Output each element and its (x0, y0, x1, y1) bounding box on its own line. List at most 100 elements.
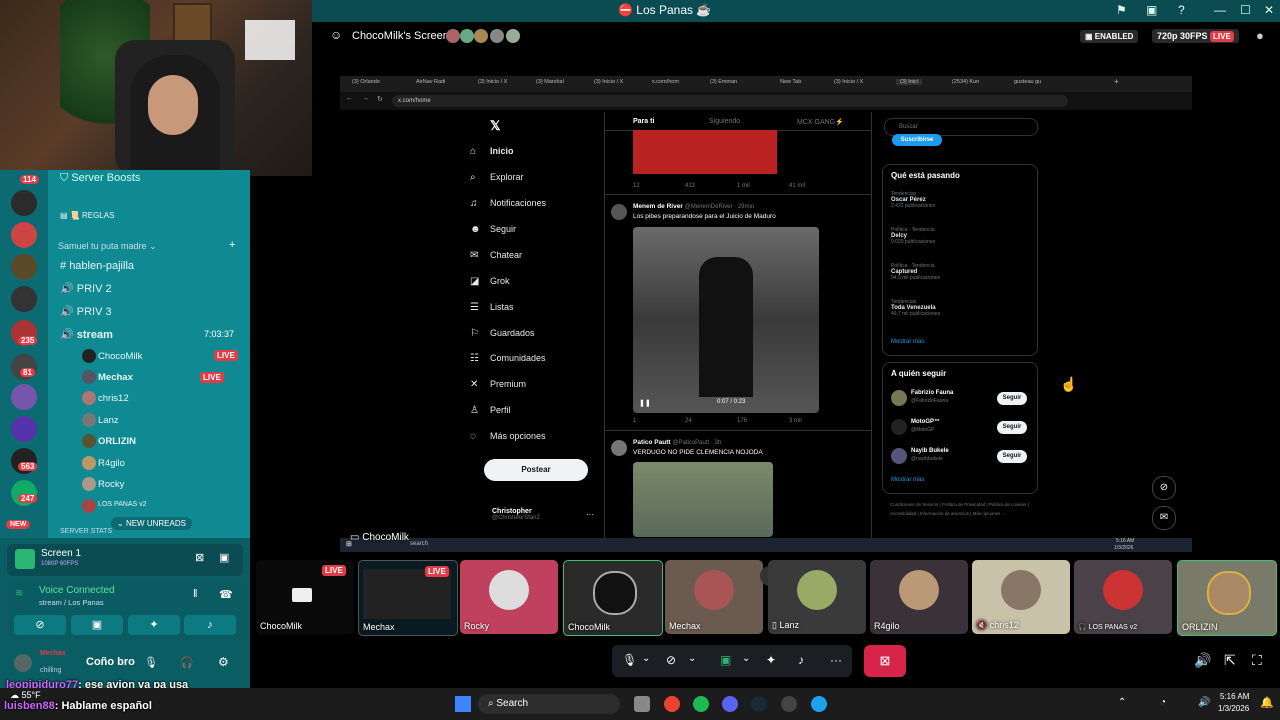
wifi-icon[interactable]: ◔ (1160, 697, 1166, 708)
voice-user[interactable]: chris12 (82, 391, 129, 405)
steam-icon[interactable] (751, 696, 767, 712)
close-icon[interactable]: ✕ (1264, 3, 1274, 17)
browser-tab[interactable]: (2534) Kun (952, 79, 979, 85)
browser-tab-active[interactable]: (3) Inici (896, 79, 923, 85)
screen-icon[interactable]: ▣ (1146, 3, 1157, 17)
minimize-icon[interactable]: — (1214, 3, 1226, 17)
text-channel[interactable]: # hablen-pajilla (60, 260, 134, 272)
voice-channel-info[interactable]: stream / Los Panas (39, 598, 104, 607)
app-icon[interactable] (811, 696, 827, 712)
voice-user[interactable]: ORLIZIN (82, 434, 136, 448)
server-boosts[interactable]: ⛉ Server Boosts (60, 172, 140, 185)
category-header[interactable]: Samuel tu puta madre ⌄ (58, 241, 157, 252)
server-icon[interactable] (11, 254, 37, 280)
browser-tab[interactable]: (3) Orlando (352, 79, 380, 85)
show-more-link[interactable]: Mostrar más (891, 339, 924, 345)
server-icon[interactable] (11, 286, 37, 312)
post-video[interactable]: ❚❚ 0:07 / 0:23 (633, 227, 819, 413)
spotify-icon[interactable] (693, 696, 709, 712)
participant-tile[interactable]: ▯ Lanz (768, 560, 866, 634)
browser-tab[interactable]: AirNav Radi (416, 79, 445, 85)
voice-channel[interactable]: 🔊 PRIV 3 (60, 305, 112, 318)
views-count[interactable]: 41 mil (789, 183, 805, 189)
noise-icon[interactable]: ‖ (193, 588, 198, 600)
reply-count[interactable]: 1 (633, 418, 636, 424)
pause-icon[interactable]: ❚❚ (639, 399, 651, 407)
participant-tile[interactable]: LIVE Mechax (358, 560, 458, 636)
avatar[interactable] (611, 204, 627, 220)
notifications-icon[interactable]: 🔔 (1260, 696, 1274, 709)
post-image[interactable] (633, 130, 777, 174)
browser-tab[interactable]: gusteau gu (1014, 79, 1041, 85)
voice-channel[interactable]: 🔊 PRIV 2 (60, 282, 112, 295)
tray-chevron-icon[interactable]: ⌃ (1118, 697, 1126, 708)
post-button[interactable]: Postear (484, 459, 588, 481)
participant-tile[interactable]: ORLIZIN (1177, 560, 1277, 636)
soundboard-icon[interactable]: ♪ (798, 653, 804, 667)
like-count[interactable]: 1 mil (737, 183, 750, 189)
browser-tab[interactable]: (3) Inicio / X (834, 79, 863, 85)
settings-icon[interactable]: ⚙ (218, 655, 229, 669)
repost-count[interactable]: 413 (685, 183, 695, 189)
discord-icon[interactable] (722, 696, 738, 712)
nav-chatear[interactable]: ✉ Chatear (470, 250, 522, 261)
fullscreen-icon[interactable]: ⛶ (1252, 652, 1262, 669)
nav-perfil[interactable]: ♙ Perfil (470, 405, 511, 416)
help-icon[interactable]: ? (1178, 3, 1185, 17)
volume-tray-icon[interactable]: 🔊 (1198, 697, 1210, 708)
trend-item[interactable]: Política · Tendencia Delcy 9.029 publicaci… (891, 227, 935, 245)
camera-off-button[interactable]: ⊘ (14, 615, 66, 635)
post-author[interactable]: Menem de River (633, 203, 683, 210)
voice-user[interactable]: Mechax (82, 370, 133, 384)
like-count[interactable]: 176 (737, 418, 747, 424)
more-icon[interactable]: ··· (830, 653, 842, 667)
nav-premium[interactable]: ✕ Premium (470, 379, 526, 390)
server-icon[interactable] (11, 222, 37, 248)
chevron-down-icon[interactable]: ⌄ (642, 653, 650, 664)
new-badge[interactable]: NEW (6, 520, 31, 529)
avatar[interactable] (891, 390, 907, 406)
trend-item[interactable]: Política · Tendencia Captured 94,3 mil pub… (891, 263, 940, 281)
server-icon[interactable] (11, 190, 37, 216)
nav-guardados[interactable]: ⚐ Guardados (470, 328, 535, 339)
soundboard-button[interactable]: ♪ (184, 615, 236, 635)
url-input[interactable]: x.com/home (392, 95, 1068, 107)
new-tab-icon[interactable]: + (1114, 77, 1119, 86)
popout-icon[interactable]: ⇱ (1224, 652, 1236, 669)
avatar[interactable] (891, 448, 907, 464)
participant-tile[interactable]: Mechax (665, 560, 763, 634)
nav-mas-opciones[interactable]: ◌ Más opciones (470, 431, 546, 442)
flag-icon[interactable]: ⚑ (1116, 3, 1127, 17)
browser-tab[interactable]: (3) Inicio / X (594, 79, 623, 85)
disconnect-icon[interactable]: ☎ (219, 588, 233, 601)
post-image[interactable] (633, 462, 773, 537)
account-more-icon[interactable]: ··· (586, 510, 594, 519)
tab-siguiendo[interactable]: Siguiendo (709, 118, 740, 125)
post-author[interactable]: Patico Pautt (633, 439, 671, 446)
chrome-icon[interactable] (664, 696, 680, 712)
follow-button[interactable]: Seguir (997, 421, 1027, 434)
browser-tab[interactable]: (3) Marshal (536, 79, 564, 85)
participant-tile[interactable]: 🔇 chris12 (972, 560, 1070, 634)
stream-channel[interactable]: 🔊 stream (60, 328, 113, 341)
server-stats-channel[interactable]: SERVER STATS (60, 528, 112, 535)
maximize-icon[interactable]: ☐ (1240, 3, 1251, 17)
browser-tab[interactable]: (3) Inicio / X (478, 79, 507, 85)
avatar[interactable] (14, 654, 32, 672)
follow-button[interactable]: Seguir (997, 450, 1027, 463)
camera-off-icon[interactable]: ⊘ (666, 653, 676, 667)
leave-call-button[interactable]: ⊠ (864, 645, 906, 677)
voice-user[interactable]: LOS PANAS v2 (82, 499, 147, 513)
nav-seguir[interactable]: ☻ Seguir (470, 224, 516, 235)
server-icon[interactable] (11, 416, 37, 442)
messages-float-icon[interactable]: ✉ (1152, 506, 1176, 530)
add-channel-icon[interactable]: + (229, 239, 235, 251)
follow-button[interactable]: Seguir (997, 392, 1027, 405)
task-view-icon[interactable] (634, 696, 650, 712)
nav-listas[interactable]: ☰ Listas (470, 302, 514, 313)
activities-icon[interactable]: ✦ (766, 653, 776, 667)
show-more-link[interactable]: Mostrar más (891, 477, 924, 483)
x-logo-icon[interactable]: 𝕏 (490, 118, 500, 134)
headphones-icon[interactable]: 🎧 (180, 656, 194, 669)
browser-tab[interactable]: New Tab (780, 79, 801, 85)
